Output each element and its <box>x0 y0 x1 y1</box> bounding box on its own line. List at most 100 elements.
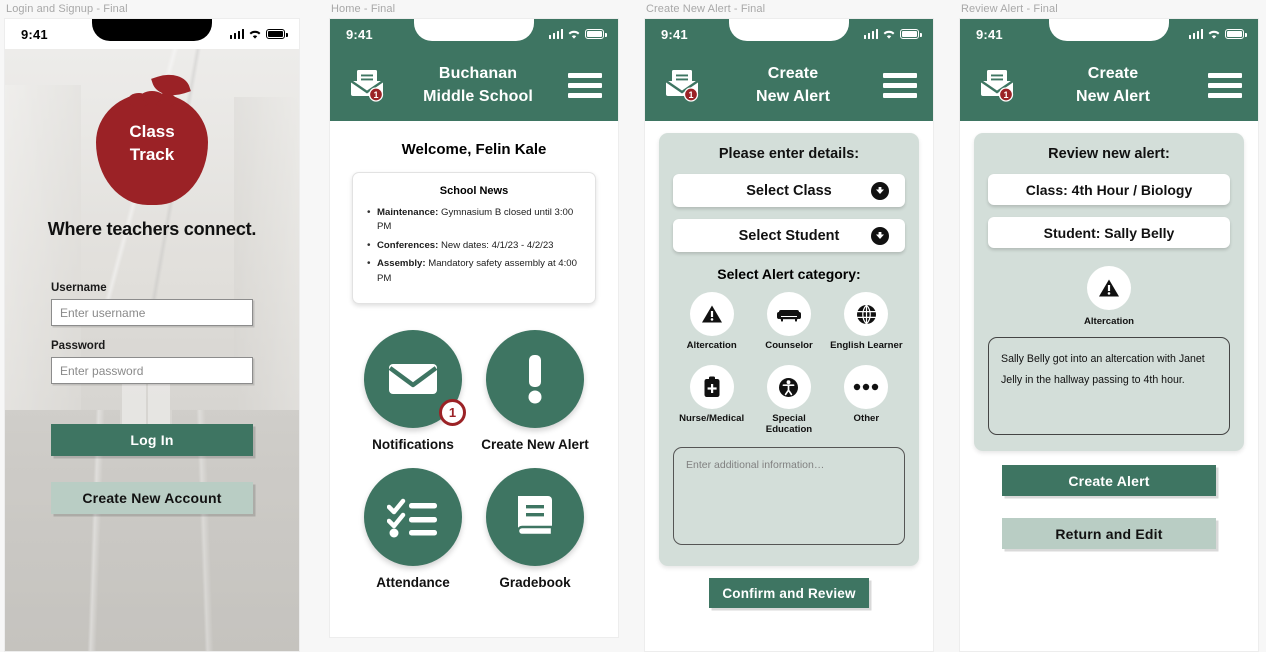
battery-icon <box>585 29 607 39</box>
frame-login: Login and Signup - Final 9:41 Class Trac… <box>4 0 300 652</box>
logo-line-2: Track <box>129 144 175 164</box>
phone-create-alert: 9:41 1 Create New Alert Please enter det… <box>644 18 934 652</box>
checklist-icon <box>364 467 462 566</box>
create-account-button[interactable]: Create New Account <box>51 482 253 514</box>
device-notch <box>92 19 212 41</box>
tile-gradebook[interactable]: Gradebook <box>474 467 596 590</box>
list-item: Maintenance: Gymnasium B closed until 3:… <box>366 205 582 235</box>
tile-notifications[interactable]: 1 Notifications <box>352 329 474 452</box>
confirm-and-review-button[interactable]: Confirm and Review <box>709 578 869 608</box>
status-indicators <box>548 29 607 40</box>
page-title: Create New Alert <box>1026 62 1200 108</box>
username-input[interactable] <box>51 299 253 326</box>
menu-icon[interactable] <box>883 72 917 98</box>
globe-icon <box>844 292 889 336</box>
select-student-dropdown[interactable]: Select Student <box>673 219 905 252</box>
tile-create-new-alert[interactable]: Create New Alert <box>474 329 596 452</box>
status-bar: 9:41 <box>960 19 1258 49</box>
log-in-button[interactable]: Log In <box>51 424 253 456</box>
page-title: Create New Alert <box>711 62 875 108</box>
category-other[interactable]: Other <box>828 357 905 435</box>
status-time: 9:41 <box>21 26 48 42</box>
review-alert-content: Review new alert: Class: 4th Hour / Biol… <box>960 121 1258 651</box>
device-notch <box>414 19 534 41</box>
select-class-dropdown[interactable]: Select Class <box>673 174 905 207</box>
return-and-edit-button[interactable]: Return and Edit <box>1002 518 1216 549</box>
login-form: Username Password <box>5 240 299 384</box>
category-altercation[interactable]: Altercation <box>673 284 750 351</box>
category-label: Nurse/Medical <box>679 413 745 424</box>
couch-icon <box>766 292 811 336</box>
app-logo: Class Track Where teachers connect. <box>5 49 299 240</box>
notifications-mail-icon[interactable]: 1 <box>976 67 1018 103</box>
cellular-signal-icon <box>229 29 244 39</box>
list-item: Conferences: New dates: 4/1/23 - 4/2/23 <box>366 238 582 253</box>
review-alert-text: Sally Belly got into an altercation with… <box>988 337 1230 435</box>
device-notch <box>729 19 849 41</box>
cellular-signal-icon <box>863 29 878 39</box>
cellular-signal-icon <box>1188 29 1203 39</box>
select-class-label: Select Class <box>746 182 832 199</box>
wifi-icon <box>883 30 895 39</box>
category-label: Counselor <box>765 340 813 351</box>
battery-icon <box>900 29 922 39</box>
svg-text:1: 1 <box>688 90 693 100</box>
category-label: Other <box>853 413 880 424</box>
header-line-2: Middle School <box>423 88 533 105</box>
review-class-value: Class: 4th Hour / Biology <box>988 174 1230 205</box>
school-news-title: School News <box>439 185 509 197</box>
category-heading: Select Alert category: <box>717 266 861 282</box>
category-label: Special Education <box>765 413 813 435</box>
tile-label: Gradebook <box>499 574 571 590</box>
frame-review-alert: Review Alert - Final 9:41 1 Create New A… <box>959 0 1259 652</box>
status-time: 9:41 <box>346 26 373 42</box>
notifications-mail-icon[interactable]: 1 <box>346 67 388 103</box>
review-actions: Create Alert Return and Edit <box>960 451 1258 549</box>
status-bar: 9:41 <box>5 19 299 49</box>
medical-clipboard-icon <box>689 365 734 409</box>
artboard: Login and Signup - Final 9:41 Class Trac… <box>0 0 1266 652</box>
status-time: 9:41 <box>661 26 688 42</box>
password-input[interactable] <box>51 357 253 384</box>
exclamation-icon <box>486 329 584 428</box>
category-counselor[interactable]: Counselor <box>750 284 827 351</box>
phone-login: 9:41 Class Track Where teachers connect.… <box>4 18 300 652</box>
menu-icon[interactable] <box>568 72 602 98</box>
category-nurse-medical[interactable]: Nurse/Medical <box>673 357 750 435</box>
wifi-icon <box>249 30 261 39</box>
tile-label: Attendance <box>376 574 450 590</box>
chevron-down-icon <box>871 226 889 245</box>
battery-icon <box>266 29 288 39</box>
cellular-signal-icon <box>548 29 563 39</box>
category-special-education[interactable]: Special Education <box>750 357 827 435</box>
login-background: Class Track Where teachers connect. User… <box>5 49 299 651</box>
app-header: 1 Create New Alert <box>960 49 1258 121</box>
envelope-icon: 1 <box>364 329 466 428</box>
school-news-card: School News Maintenance: Gymnasium B clo… <box>352 172 596 304</box>
additional-info-textarea[interactable] <box>673 447 905 545</box>
panel-title: Review new alert: <box>1048 146 1170 162</box>
school-news-list: Maintenance: Gymnasium B closed until 3:… <box>366 205 582 286</box>
frame-title-review-alert: Review Alert - Final <box>961 3 1058 15</box>
category-label: English Learner <box>830 340 903 351</box>
warning-triangle-icon <box>689 292 734 336</box>
create-alert-button[interactable]: Create Alert <box>1002 465 1216 496</box>
menu-icon[interactable] <box>1208 72 1242 98</box>
notification-badge: 1 <box>439 398 466 426</box>
select-student-label: Select Student <box>738 227 840 244</box>
header-line-1: Create <box>767 64 819 82</box>
category-english-learner[interactable]: English Learner <box>828 284 905 351</box>
notifications-mail-icon[interactable]: 1 <box>661 67 703 103</box>
ellipsis-icon <box>844 365 889 409</box>
tagline: Where teachers connect. <box>47 219 257 239</box>
review-panel: Review new alert: Class: 4th Hour / Biol… <box>974 133 1244 451</box>
app-header: 1 Create New Alert <box>645 49 933 121</box>
svg-text:1: 1 <box>1003 90 1008 100</box>
status-time: 9:41 <box>976 26 1003 42</box>
tile-attendance[interactable]: Attendance <box>352 467 474 590</box>
phone-home: 9:41 1 Buchanan Middle School Welcome, F… <box>329 18 619 638</box>
status-indicators <box>1188 29 1247 40</box>
frame-title-create-alert: Create New Alert - Final <box>646 3 766 15</box>
chevron-down-icon <box>871 181 889 200</box>
username-label: Username <box>51 282 107 294</box>
